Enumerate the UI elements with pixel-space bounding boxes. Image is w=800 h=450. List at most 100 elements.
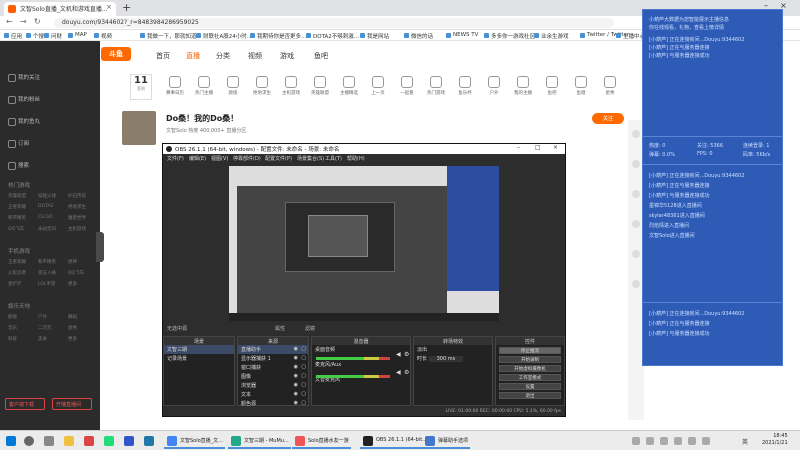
source-item[interactable]: 显示器捕获 1 ◉ ▢	[238, 354, 308, 363]
bookmark-item[interactable]: DOTA2不够刺激...	[306, 32, 359, 40]
sidebar-category-link[interactable]: 永劫无间	[38, 226, 56, 232]
bookmark-item[interactable]: NEWS TV	[446, 32, 478, 38]
sidebar-category-link[interactable]: 和平精英	[8, 215, 26, 221]
gear-icon[interactable]: ⚙	[404, 351, 409, 358]
bookmark-item[interactable]: 我做一下，那就知道	[140, 32, 197, 40]
sidebar-category-link[interactable]: LOL手游	[38, 281, 55, 287]
nav-4[interactable]: 游戏	[280, 51, 294, 61]
search-icon[interactable]	[24, 436, 34, 446]
obs-menu-item[interactable]: 帮助(H)	[347, 155, 365, 162]
control-button-2[interactable]: 开始虚拟摄像机	[499, 365, 561, 372]
sidebar-category-link[interactable]: 科技	[8, 336, 17, 342]
sidebar-category-link[interactable]: 绝地求生	[68, 204, 86, 210]
obs-menu-item[interactable]: 场景集合(S)	[297, 155, 324, 162]
sidebar-category-link[interactable]: 舞蹈	[68, 314, 77, 320]
start-stream-button[interactable]: 开播直播间	[52, 398, 92, 410]
close-icon[interactable]: ×	[106, 3, 112, 11]
eye-icon[interactable]: ◉	[294, 355, 298, 361]
sidebar-category-link[interactable]: QQ飞车	[68, 270, 84, 276]
sidebar-category-link[interactable]: 火影忍者	[8, 270, 26, 276]
volume-icon[interactable]	[702, 437, 710, 445]
task-view-icon[interactable]	[44, 436, 54, 446]
bookmark-item[interactable]: 我期待你是否更多...	[250, 32, 306, 40]
minimize-icon[interactable]: –	[517, 144, 520, 151]
sidebar-item[interactable]: 我的粉丝	[8, 95, 40, 104]
bookmark-item[interactable]: 我是网站	[360, 32, 389, 40]
category-item[interactable]: 鱼塘	[566, 76, 596, 96]
tray-icon[interactable]	[660, 437, 668, 445]
sidebar-category-link[interactable]: 颜值	[8, 314, 17, 320]
sidebar-category-link[interactable]: 魔兽世界	[68, 215, 86, 221]
input-language[interactable]: 英	[742, 437, 748, 446]
duration-input[interactable]: 300 ms	[428, 356, 464, 362]
category-item[interactable]: 主播精选	[334, 76, 364, 96]
taskbar-app[interactable]: 弹幕助手选项	[422, 433, 471, 449]
control-button-4[interactable]: 设置	[499, 383, 561, 390]
source-item[interactable]: 浏览器 ◉ ▢	[238, 381, 308, 390]
obs-menu-item[interactable]: 视图(V)	[211, 155, 228, 162]
eye-icon[interactable]: ◉	[294, 391, 298, 397]
sidebar-item[interactable]: 搜索	[8, 161, 29, 170]
category-item[interactable]: 上一页	[363, 76, 393, 96]
lock-icon[interactable]: ▢	[301, 400, 306, 406]
tray-icon[interactable]	[646, 437, 654, 445]
checkin-calendar[interactable]: 11 签到	[130, 74, 152, 100]
sidebar-category-link[interactable]: 和平精英	[38, 259, 56, 265]
taskbar-app[interactable]: Solo直播水友一游	[292, 433, 351, 449]
bookmark-item[interactable]: 问财	[44, 32, 62, 40]
sidebar-item[interactable]: 我的鱼丸	[8, 117, 40, 126]
sidebar-collapse-handle[interactable]	[96, 232, 104, 262]
obs-menu-item[interactable]: 文件(F)	[167, 155, 184, 162]
lock-icon[interactable]: ▢	[301, 373, 306, 379]
url-input[interactable]: douyu.com/9344602?_r=8483984286959025	[54, 18, 614, 28]
scene-item[interactable]: 记录场景	[164, 354, 234, 363]
tray-icon[interactable]	[674, 437, 682, 445]
category-item[interactable]: 鱼乐杯	[450, 76, 480, 96]
sidebar-item[interactable]: 订阅	[8, 139, 29, 148]
category-item[interactable]: 我的主播	[508, 76, 538, 96]
filters-button[interactable]: 滤镜	[305, 325, 315, 332]
source-item[interactable]: 图像 ◉ ▢	[238, 372, 308, 381]
control-button-5[interactable]: 退出	[499, 392, 561, 399]
category-item[interactable]: 绝地求生	[247, 76, 277, 96]
sidebar-category-link[interactable]: QQ飞车	[8, 226, 24, 232]
sidebar-category-link[interactable]: 穿越火线	[38, 193, 56, 199]
bookmark-item[interactable]: 业余生游戏	[534, 32, 569, 40]
source-item[interactable]: 窗口捕获 ◉ ▢	[238, 363, 308, 372]
sidebar-category-link[interactable]: 金铲铲	[8, 281, 22, 287]
maximize-icon[interactable]: □	[535, 144, 541, 151]
follow-button[interactable]: 关注	[592, 113, 624, 124]
file-explorer-icon[interactable]	[64, 436, 74, 446]
lock-icon[interactable]: ▢	[301, 355, 306, 361]
category-item[interactable]: 户外	[479, 76, 509, 96]
nav-0[interactable]: 首页	[156, 51, 170, 61]
category-item[interactable]: 主机游戏	[276, 76, 306, 96]
app-icon[interactable]	[104, 436, 114, 446]
eye-icon[interactable]: ◉	[294, 373, 298, 379]
forward-icon[interactable]: →	[20, 17, 27, 26]
category-item[interactable]: 鱼吧	[537, 76, 567, 96]
bookmark-item[interactable]: 个搜	[26, 32, 44, 40]
tool-icon[interactable]	[632, 160, 640, 168]
sidebar-category-link[interactable]: 主机游戏	[68, 226, 86, 232]
new-tab-icon[interactable]: +	[122, 1, 131, 14]
douyu-logo[interactable]: 斗鱼	[101, 47, 131, 61]
taskbar-app[interactable]: OBS 26.1.1 (64-bit...	[360, 433, 429, 449]
sidebar-category-link[interactable]: 王者荣耀	[8, 204, 26, 210]
sidebar-category-link[interactable]: 炉石传说	[68, 193, 86, 199]
properties-button[interactable]: 属性	[275, 325, 285, 332]
windows-start-icon[interactable]	[6, 436, 16, 446]
gear-icon[interactable]: ⚙	[404, 369, 409, 376]
category-item[interactable]: 一起看	[392, 76, 422, 96]
sidebar-category-link[interactable]: 美食	[38, 336, 47, 342]
source-item[interactable]: 颜色源 ◉ ▢	[238, 399, 308, 408]
taskbar-app[interactable]: 文智三期 - MuMu...	[228, 433, 291, 449]
nav-2[interactable]: 分类	[216, 51, 230, 61]
scene-item[interactable]: 文智三期	[164, 345, 234, 354]
category-item[interactable]: 星秀	[595, 76, 625, 96]
bookmark-item[interactable]: 多多你一游戏社区	[484, 32, 535, 40]
speaker-icon[interactable]: ◀	[396, 351, 401, 358]
sidebar-category-link[interactable]: 音乐	[8, 325, 17, 331]
category-item[interactable]: 热门主播	[189, 76, 219, 96]
lock-icon[interactable]: ▢	[301, 382, 306, 388]
